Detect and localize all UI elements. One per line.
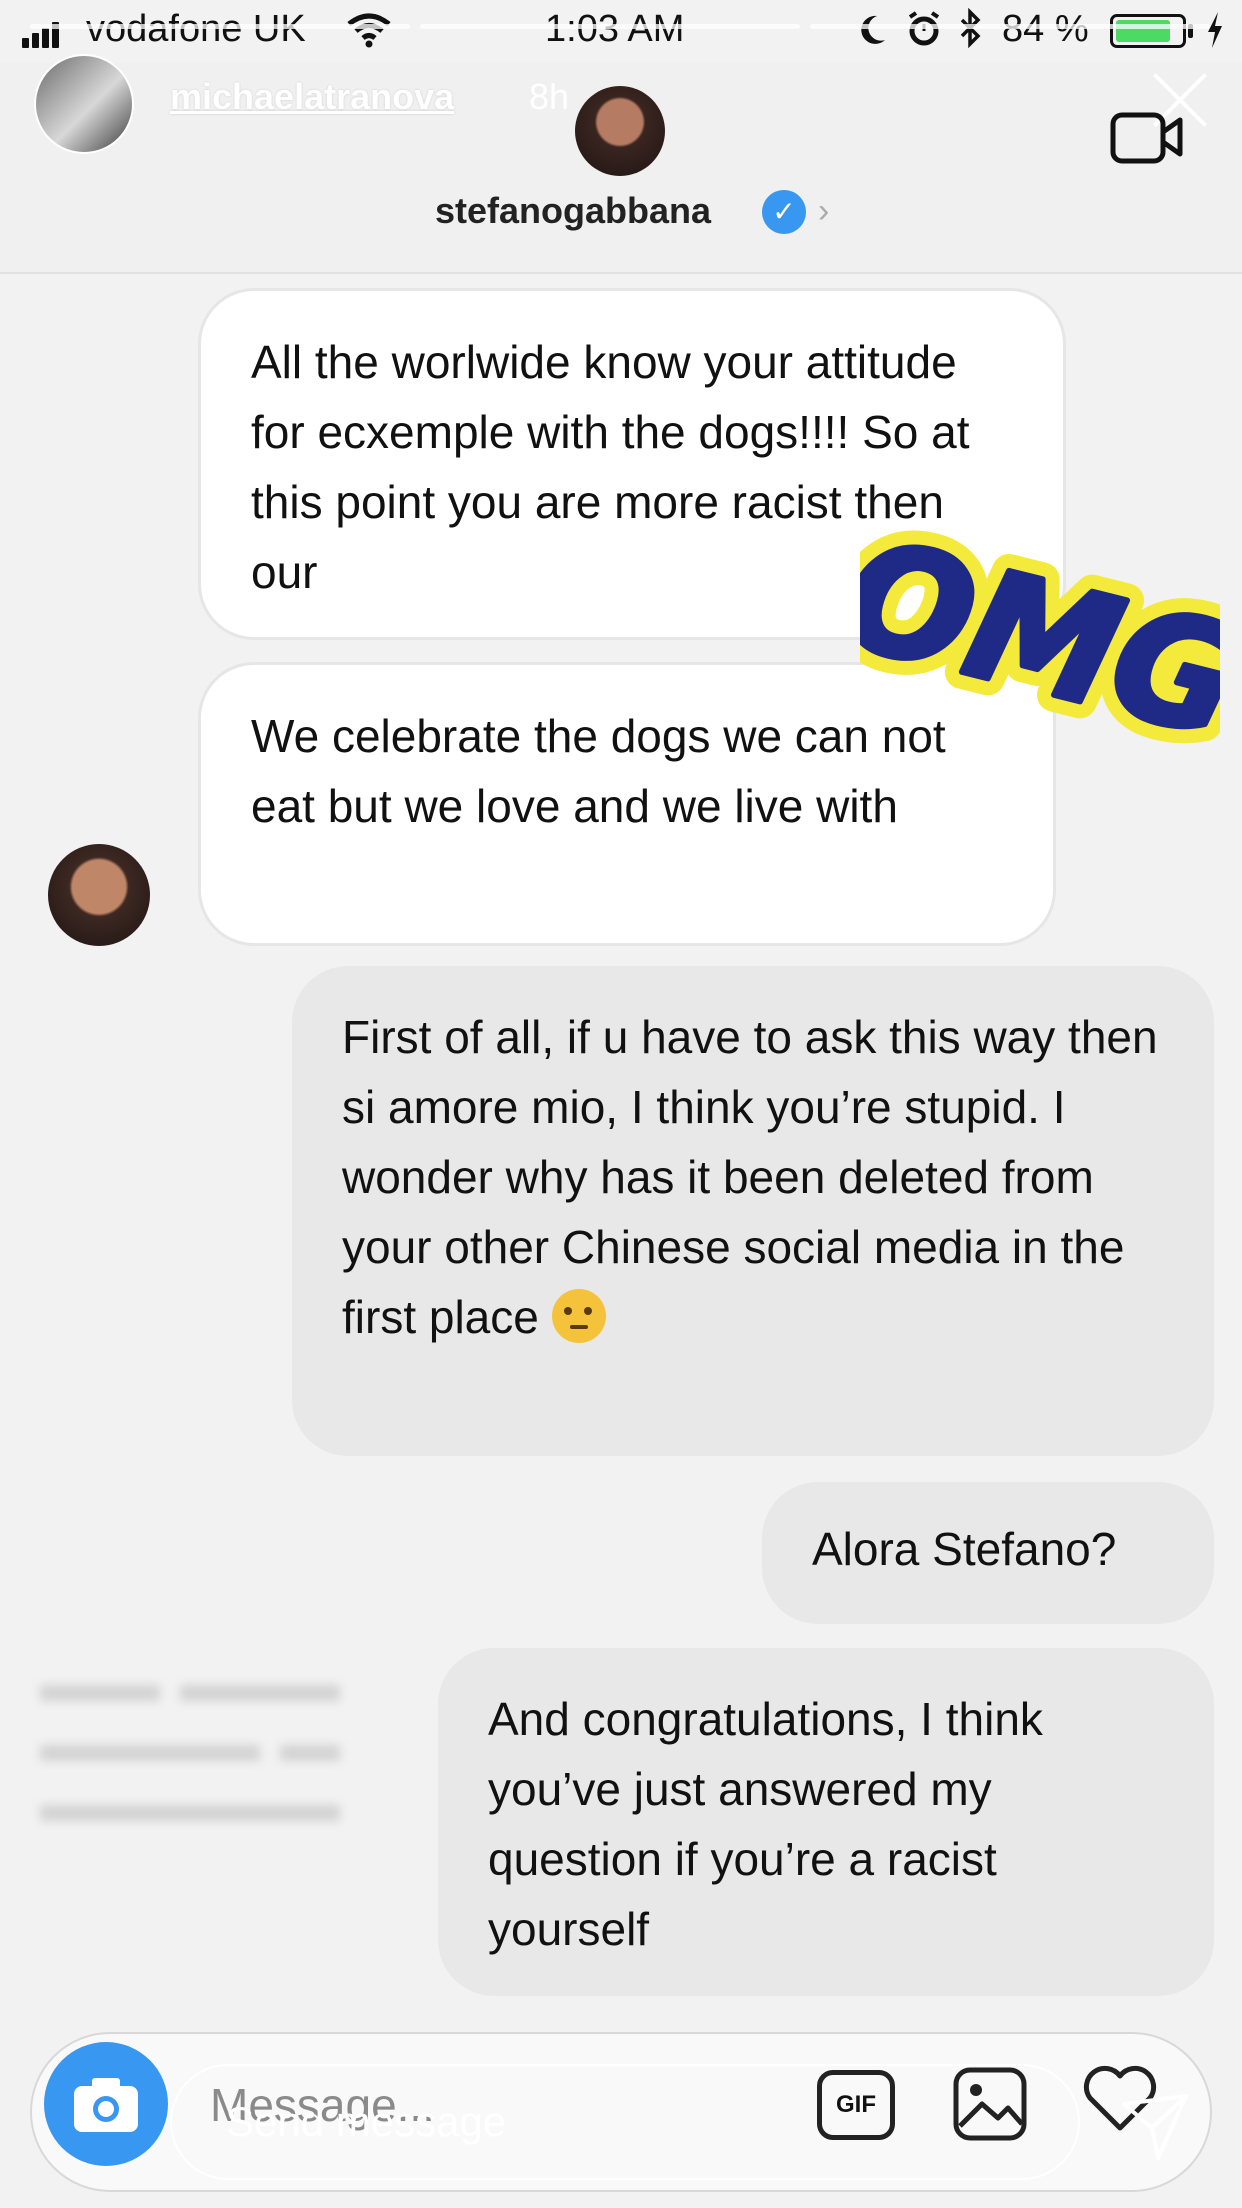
omg-sticker[interactable]: OMG OMG (860, 530, 1220, 760)
camera-icon (74, 2078, 138, 2132)
story-progress-bar (810, 24, 1210, 29)
verified-badge-icon: ✓ (762, 190, 806, 234)
story-time: 8h (529, 76, 570, 117)
message-bubble-outgoing[interactable]: And congratulations, I think you’ve just… (438, 1648, 1214, 1996)
message-bubble-outgoing[interactable]: Alora Stefano? (762, 1482, 1214, 1624)
chevron-right-icon[interactable]: › (818, 192, 829, 231)
clock: 1:03 AM (545, 8, 685, 50)
carrier-name: vodafone UK (86, 8, 306, 50)
video-call-icon[interactable] (1110, 108, 1184, 166)
message-text: Alora Stefano? (812, 1523, 1117, 1575)
camera-button[interactable] (44, 2042, 168, 2166)
gallery-icon[interactable] (952, 2066, 1028, 2142)
story-progress-bar (30, 24, 410, 29)
message-text: And congratulations, I think you’ve just… (488, 1693, 1043, 1955)
send-icon[interactable] (1118, 2090, 1192, 2164)
bluetooth-icon (960, 8, 981, 49)
send-message-input[interactable]: Send message (226, 2098, 506, 2146)
message-text: First of all, if u have to ask this way … (342, 1011, 1158, 1343)
chat-contact-avatar[interactable] (575, 86, 665, 176)
battery-percent: 84 % (1002, 8, 1089, 50)
battery-icon (1110, 14, 1186, 48)
moon-icon (861, 15, 885, 44)
charging-icon (1208, 12, 1222, 48)
status-bar: vodafone UK 1:03 AM 84 % (0, 0, 1242, 62)
alarm-icon (908, 11, 940, 46)
gif-icon[interactable]: GIF (817, 2070, 895, 2140)
blurred-overlay (40, 1685, 340, 1821)
story-progress-bar (420, 24, 800, 29)
chat-contact-name[interactable]: stefanogabbana (435, 190, 711, 232)
story-username[interactable]: michaelatranova (170, 76, 454, 118)
sender-avatar[interactable] (48, 844, 150, 946)
thinking-face-emoji-icon (551, 1289, 606, 1343)
omg-sticker-text: OMG (860, 530, 1220, 760)
message-text: We celebrate the dogs we can not eat but… (251, 710, 946, 832)
message-bubble-outgoing[interactable]: First of all, if u have to ask this way … (292, 966, 1214, 1456)
story-author-avatar[interactable] (34, 54, 134, 154)
wifi-icon (347, 13, 391, 48)
